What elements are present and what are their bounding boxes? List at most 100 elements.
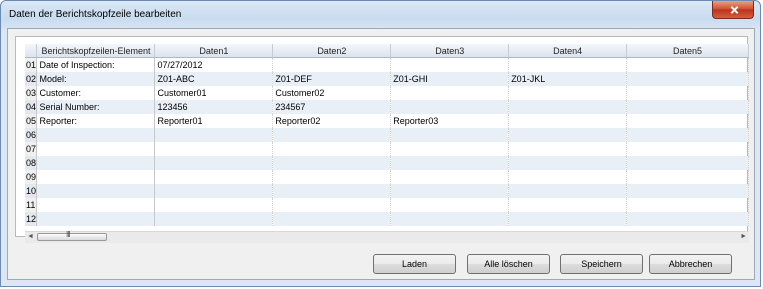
cancel-button[interactable]: Abbrechen [649,254,732,274]
daten2-cell[interactable] [272,198,392,212]
scroll-right-icon[interactable]: ► [740,233,747,240]
daten3-cell[interactable] [390,198,510,212]
daten2-cell[interactable] [272,142,392,156]
daten2-cell[interactable] [272,184,392,198]
daten2-cell[interactable] [272,128,392,142]
daten2-cell[interactable]: Reporter02 [272,114,392,128]
table-row[interactable]: 02 Model: Z01-ABC Z01-DEF Z01-GHI Z01-JKL [25,72,749,86]
daten4-cell[interactable] [508,184,628,198]
column-header-element[interactable]: Berichtskopfzeilen-Element [36,44,156,58]
save-button[interactable]: Speichern [560,254,643,274]
daten5-cell[interactable] [626,57,749,72]
daten2-cell[interactable]: Z01-DEF [272,72,392,86]
daten2-cell[interactable] [272,212,392,226]
column-header-rownum[interactable] [25,44,38,58]
title-bar[interactable]: Daten der Berichtskopfzeile bearbeiten [1,1,760,29]
column-header-daten1[interactable]: Daten1 [154,44,274,58]
daten1-cell[interactable] [154,212,274,226]
daten2-cell[interactable] [272,156,392,170]
daten5-cell[interactable] [626,128,749,142]
daten1-cell[interactable] [154,156,274,170]
close-button[interactable] [712,1,754,19]
daten3-cell[interactable] [390,212,510,226]
element-cell[interactable]: Reporter: [36,114,156,128]
load-button[interactable]: Laden [373,254,456,274]
clear-all-button[interactable]: Alle löschen [467,254,550,274]
element-cell[interactable] [36,170,156,184]
column-header-daten3[interactable]: Daten3 [390,44,510,58]
daten4-cell[interactable] [508,114,628,128]
table-row[interactable]: 03 Customer: Customer01 Customer02 [25,86,749,100]
daten2-cell[interactable]: 234567 [272,100,392,114]
daten1-cell[interactable] [154,198,274,212]
table-row[interactable]: 04 Serial Number: 123456 234567 [25,100,749,114]
daten1-cell[interactable]: 123456 [154,100,274,114]
daten3-cell[interactable] [390,57,510,72]
daten3-cell[interactable] [390,156,510,170]
daten2-cell[interactable] [272,170,392,184]
element-cell[interactable]: Customer: [36,86,156,100]
column-header-daten4[interactable]: Daten4 [508,44,628,58]
header-data-grid[interactable]: Berichtskopfzeilen-Element Daten1 Daten2… [25,44,749,231]
daten5-cell[interactable] [626,72,749,86]
daten1-cell[interactable]: 07/27/2012 [154,57,274,72]
daten1-cell[interactable]: Z01-ABC [154,72,274,86]
element-cell[interactable] [36,156,156,170]
element-cell[interactable] [36,184,156,198]
table-row[interactable]: 11 [25,198,749,212]
element-cell[interactable]: Date of Inspection: [36,57,156,72]
table-row[interactable]: 08 [25,156,749,170]
daten1-cell[interactable]: Customer01 [154,86,274,100]
table-row[interactable]: 01 Date of Inspection: 07/27/2012 [25,57,749,72]
daten3-cell[interactable] [390,100,510,114]
daten2-cell[interactable] [272,57,392,72]
daten5-cell[interactable] [626,170,749,184]
element-cell[interactable] [36,142,156,156]
element-cell[interactable] [36,198,156,212]
daten5-cell[interactable] [626,142,749,156]
daten4-cell[interactable] [508,57,628,72]
horizontal-scrollbar[interactable]: ◄ III ► [25,230,749,243]
daten4-cell[interactable] [508,142,628,156]
daten5-cell[interactable] [626,156,749,170]
daten5-cell[interactable] [626,86,749,100]
column-header-daten5[interactable]: Daten5 [626,44,749,58]
daten1-cell[interactable]: Reporter01 [154,114,274,128]
daten5-cell[interactable] [626,184,749,198]
daten1-cell[interactable] [154,128,274,142]
daten5-cell[interactable] [626,198,749,212]
table-row[interactable]: 07 [25,142,749,156]
daten5-cell[interactable] [626,100,749,114]
daten3-cell[interactable] [390,184,510,198]
daten3-cell[interactable] [390,170,510,184]
element-cell[interactable]: Model: [36,72,156,86]
daten3-cell[interactable] [390,142,510,156]
element-cell[interactable]: Serial Number: [36,100,156,114]
daten4-cell[interactable] [508,86,628,100]
daten3-cell[interactable]: Z01-GHI [390,72,510,86]
element-cell[interactable] [36,128,156,142]
daten4-cell[interactable]: Z01-JKL [508,72,628,86]
scroll-thumb[interactable]: III [37,230,107,241]
daten1-cell[interactable] [154,184,274,198]
daten3-cell[interactable] [390,128,510,142]
table-row[interactable]: 05 Reporter: Reporter01 Reporter02 Reporter0… [25,114,749,128]
table-row[interactable]: 06 [25,128,749,142]
daten4-cell[interactable] [508,198,628,212]
daten1-cell[interactable] [154,170,274,184]
daten4-cell[interactable] [508,170,628,184]
daten2-cell[interactable]: Customer02 [272,86,392,100]
daten4-cell[interactable] [508,212,628,226]
table-row[interactable]: 09 [25,170,749,184]
element-cell[interactable] [36,212,156,226]
daten4-cell[interactable] [508,100,628,114]
column-header-daten2[interactable]: Daten2 [272,44,392,58]
daten4-cell[interactable] [508,156,628,170]
scroll-left-icon[interactable]: ◄ [27,233,34,240]
daten1-cell[interactable] [154,142,274,156]
table-row[interactable]: 10 [25,184,749,198]
daten5-cell[interactable] [626,212,749,226]
daten5-cell[interactable] [626,114,749,128]
daten3-cell[interactable] [390,86,510,100]
daten3-cell[interactable]: Reporter03 [390,114,510,128]
